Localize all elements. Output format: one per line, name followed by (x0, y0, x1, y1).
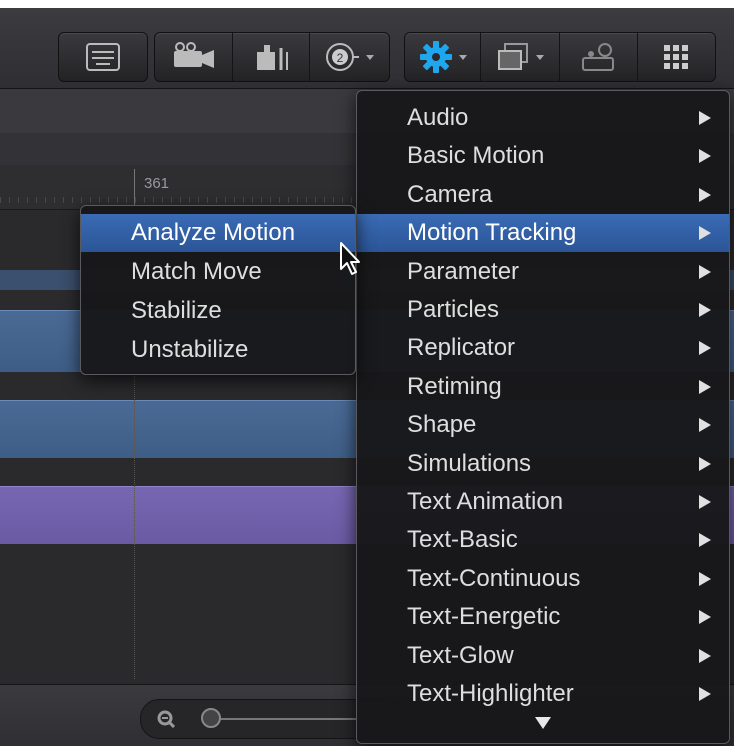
menu-item-label: Text-Energetic (407, 603, 561, 631)
submenu-item-analyze-motion[interactable]: Analyze Motion (81, 214, 355, 252)
menu-item-text-continuous[interactable]: Text-Continuous (357, 560, 729, 598)
gear-icon (419, 41, 452, 73)
generators-button[interactable] (560, 33, 638, 81)
menu-item-text-glow[interactable]: Text-Glow (357, 637, 729, 675)
menu-item-motion-tracking[interactable]: Motion Tracking (357, 214, 729, 253)
submenu-item-unstabilize[interactable]: Unstabilize (81, 331, 355, 369)
submenu-arrow-icon (699, 379, 711, 394)
behaviors-button[interactable] (405, 33, 482, 81)
menu-item-label: Basic Motion (407, 142, 545, 170)
particles-button[interactable] (638, 33, 715, 81)
layout-button[interactable] (59, 33, 147, 81)
light-icon (257, 45, 288, 70)
menu-item-camera[interactable]: Camera (357, 176, 729, 214)
menu-item-retiming[interactable]: Retiming (357, 368, 729, 406)
submenu-arrow-icon (699, 571, 711, 586)
motion-app-window: 2 361 Audio Basic Motion Camera Motion T… (0, 8, 734, 746)
submenu-arrow-icon (699, 187, 711, 202)
menu-item-label: Text-Glow (407, 641, 514, 669)
submenu-arrow-icon (699, 533, 711, 548)
submenu-item-label: Unstabilize (131, 336, 249, 363)
submenu-item-label: Stabilize (131, 297, 222, 324)
submenu-item-match-move[interactable]: Match Move (81, 253, 355, 291)
menu-item-label: Retiming (407, 372, 502, 400)
add-camera-button[interactable] (155, 33, 234, 81)
behaviors-menu: Audio Basic Motion Camera Motion Tracking Pa… (356, 90, 730, 744)
motion-tracking-submenu: Analyze Motion Match Move Stabilize Unstabi… (80, 205, 356, 375)
scroll-down-arrow-icon (535, 717, 551, 729)
menu-item-label: Replicator (407, 334, 516, 362)
chevron-down-icon (366, 54, 375, 60)
menu-item-label: Shape (407, 411, 477, 439)
svg-text:2: 2 (337, 51, 344, 65)
submenu-arrow-icon (699, 610, 711, 625)
menu-item-label: Text-Highlighter (407, 680, 574, 707)
menu-item-simulations[interactable]: Simulations (357, 445, 729, 483)
filter-icon (497, 43, 528, 70)
generator-icon (582, 43, 615, 71)
menu-item-text-basic[interactable]: Text-Basic (357, 521, 729, 559)
grid-dots-icon (664, 45, 689, 69)
submenu-arrow-icon (699, 111, 711, 125)
menu-item-label: Motion Tracking (407, 219, 577, 247)
shape-tool-button[interactable]: 2 (310, 33, 389, 81)
filters-button[interactable] (481, 33, 560, 81)
menu-item-label: Particles (407, 296, 500, 323)
zoom-slider-knob[interactable] (201, 708, 221, 728)
menu-item-text-animation[interactable]: Text Animation (357, 483, 729, 521)
menu-item-label: Text Animation (407, 488, 564, 515)
zoom-out-icon[interactable] (157, 710, 175, 728)
submenu-item-label: Match Move (131, 258, 262, 285)
menu-item-shape[interactable]: Shape (357, 406, 729, 444)
toolbar: 2 (0, 8, 734, 89)
target-2-icon: 2 (326, 43, 360, 71)
menu-item-audio[interactable]: Audio (357, 99, 729, 137)
submenu-arrow-icon (699, 149, 711, 164)
submenu-arrow-icon (699, 226, 711, 241)
camera-light-group: 2 (154, 32, 390, 82)
menu-item-label: Camera (407, 180, 493, 208)
submenu-arrow-icon (699, 648, 711, 663)
menu-item-basic-motion[interactable]: Basic Motion (357, 137, 729, 175)
layout-icon (86, 43, 120, 71)
chevron-down-icon (458, 54, 467, 60)
submenu-arrow-icon (699, 264, 711, 279)
menu-item-particles[interactable]: Particles (357, 291, 729, 329)
menu-item-replicator[interactable]: Replicator (357, 329, 729, 367)
ruler-frame-label: 361 (144, 175, 170, 192)
add-light-button[interactable] (233, 33, 310, 81)
menu-item-label: Audio (407, 104, 469, 131)
submenu-arrow-icon (699, 456, 711, 471)
menu-item-text-energetic[interactable]: Text-Energetic (357, 598, 729, 636)
camera-icon (173, 42, 214, 68)
submenu-arrow-icon (699, 495, 711, 509)
chevron-down-icon (535, 54, 544, 60)
submenu-arrow-icon (699, 687, 711, 701)
mouse-cursor-icon (340, 242, 360, 275)
effects-group (404, 32, 716, 82)
submenu-arrow-icon (699, 341, 711, 356)
menu-item-label: Simulations (407, 449, 532, 477)
menu-item-label: Parameter (407, 257, 520, 285)
layout-group (58, 32, 148, 82)
submenu-item-label: Analyze Motion (131, 219, 296, 246)
menu-scroll-down[interactable] (357, 707, 729, 743)
submenu-arrow-icon (699, 303, 711, 317)
submenu-item-stabilize[interactable]: Stabilize (81, 292, 355, 330)
ruler-major-tick (134, 169, 135, 207)
menu-item-parameter[interactable]: Parameter (357, 253, 729, 291)
submenu-arrow-icon (699, 418, 711, 433)
menu-item-label: Text-Basic (407, 526, 518, 554)
menu-item-label: Text-Continuous (407, 564, 581, 592)
